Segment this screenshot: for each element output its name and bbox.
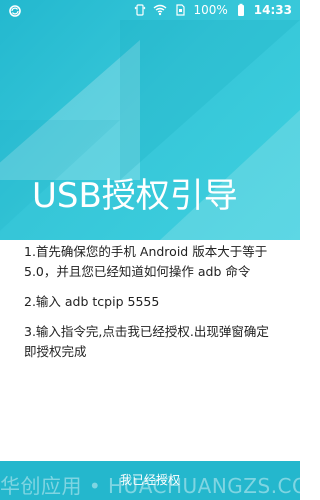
instruction-step-1: 1.首先确保您的手机 Android 版本大于等于5.0，并且您已经知道如何操作… bbox=[24, 244, 268, 279]
decorative-facet bbox=[160, 110, 300, 240]
vibrate-icon bbox=[133, 3, 147, 17]
instruction-list: 1.首先确保您的手机 Android 版本大于等于5.0，并且您已经知道如何操作… bbox=[24, 242, 274, 372]
status-bar: 100% 14:33 bbox=[0, 0, 300, 24]
instruction-step-3: 3.输入指令完,点击我已经授权.出现弹窗确定即授权完成 bbox=[24, 324, 269, 359]
sim-icon bbox=[173, 3, 187, 17]
authorized-button[interactable]: 我已经授权 bbox=[0, 461, 300, 500]
page-title: USB授权引导 bbox=[32, 176, 238, 216]
battery-percent: 100% bbox=[193, 3, 228, 17]
bottom-action-bar: 我已经授权 华创应用 • HUACHUANGZS.COM bbox=[0, 461, 300, 500]
hero-banner: 100% 14:33 USB授权引导 bbox=[0, 0, 300, 240]
instruction-step-2: 2.输入 adb tcpip 5555 bbox=[24, 294, 160, 309]
status-icons-group: 100% 14:33 bbox=[133, 3, 292, 17]
app-screen: 100% 14:33 USB授权引导 1.首先确保您的手机 Android 版本… bbox=[0, 0, 300, 500]
sync-icon bbox=[8, 4, 22, 18]
wifi-icon bbox=[153, 3, 167, 17]
clock-time: 14:33 bbox=[253, 3, 292, 17]
battery-icon bbox=[234, 3, 248, 17]
